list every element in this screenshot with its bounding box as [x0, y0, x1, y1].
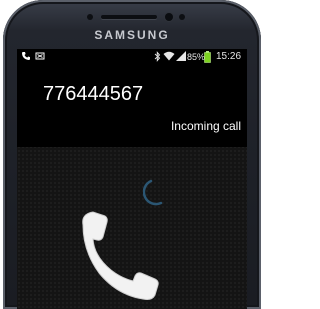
status-bar: 85% 15:26 [17, 49, 247, 65]
sensor-dot [179, 14, 185, 20]
loading-arc-icon [143, 179, 163, 206]
screen: 85% 15:26 776444567 Incoming call [17, 49, 247, 309]
battery-level-text: 85% [187, 52, 206, 62]
signal-icon [176, 51, 186, 64]
sensor-dot [87, 14, 93, 20]
caller-header: 776444567 Incoming call [17, 65, 247, 147]
bluetooth-icon [154, 51, 161, 65]
phone-frame: SAMSUNG 85% 15:26 776444567 Incoming cal… [3, 0, 261, 309]
clock: 15:26 [216, 51, 242, 62]
earpiece-speaker [101, 15, 157, 19]
brand-logo: SAMSUNG [94, 28, 170, 42]
caller-number: 776444567 [43, 83, 144, 105]
call-status-label: Incoming call [170, 119, 241, 133]
phone-handset-icon[interactable] [73, 209, 165, 301]
front-camera [165, 13, 173, 21]
wifi-icon [163, 51, 175, 64]
missed-call-notification-icon [35, 51, 45, 64]
battery-icon [204, 51, 211, 66]
call-icon [21, 51, 31, 64]
